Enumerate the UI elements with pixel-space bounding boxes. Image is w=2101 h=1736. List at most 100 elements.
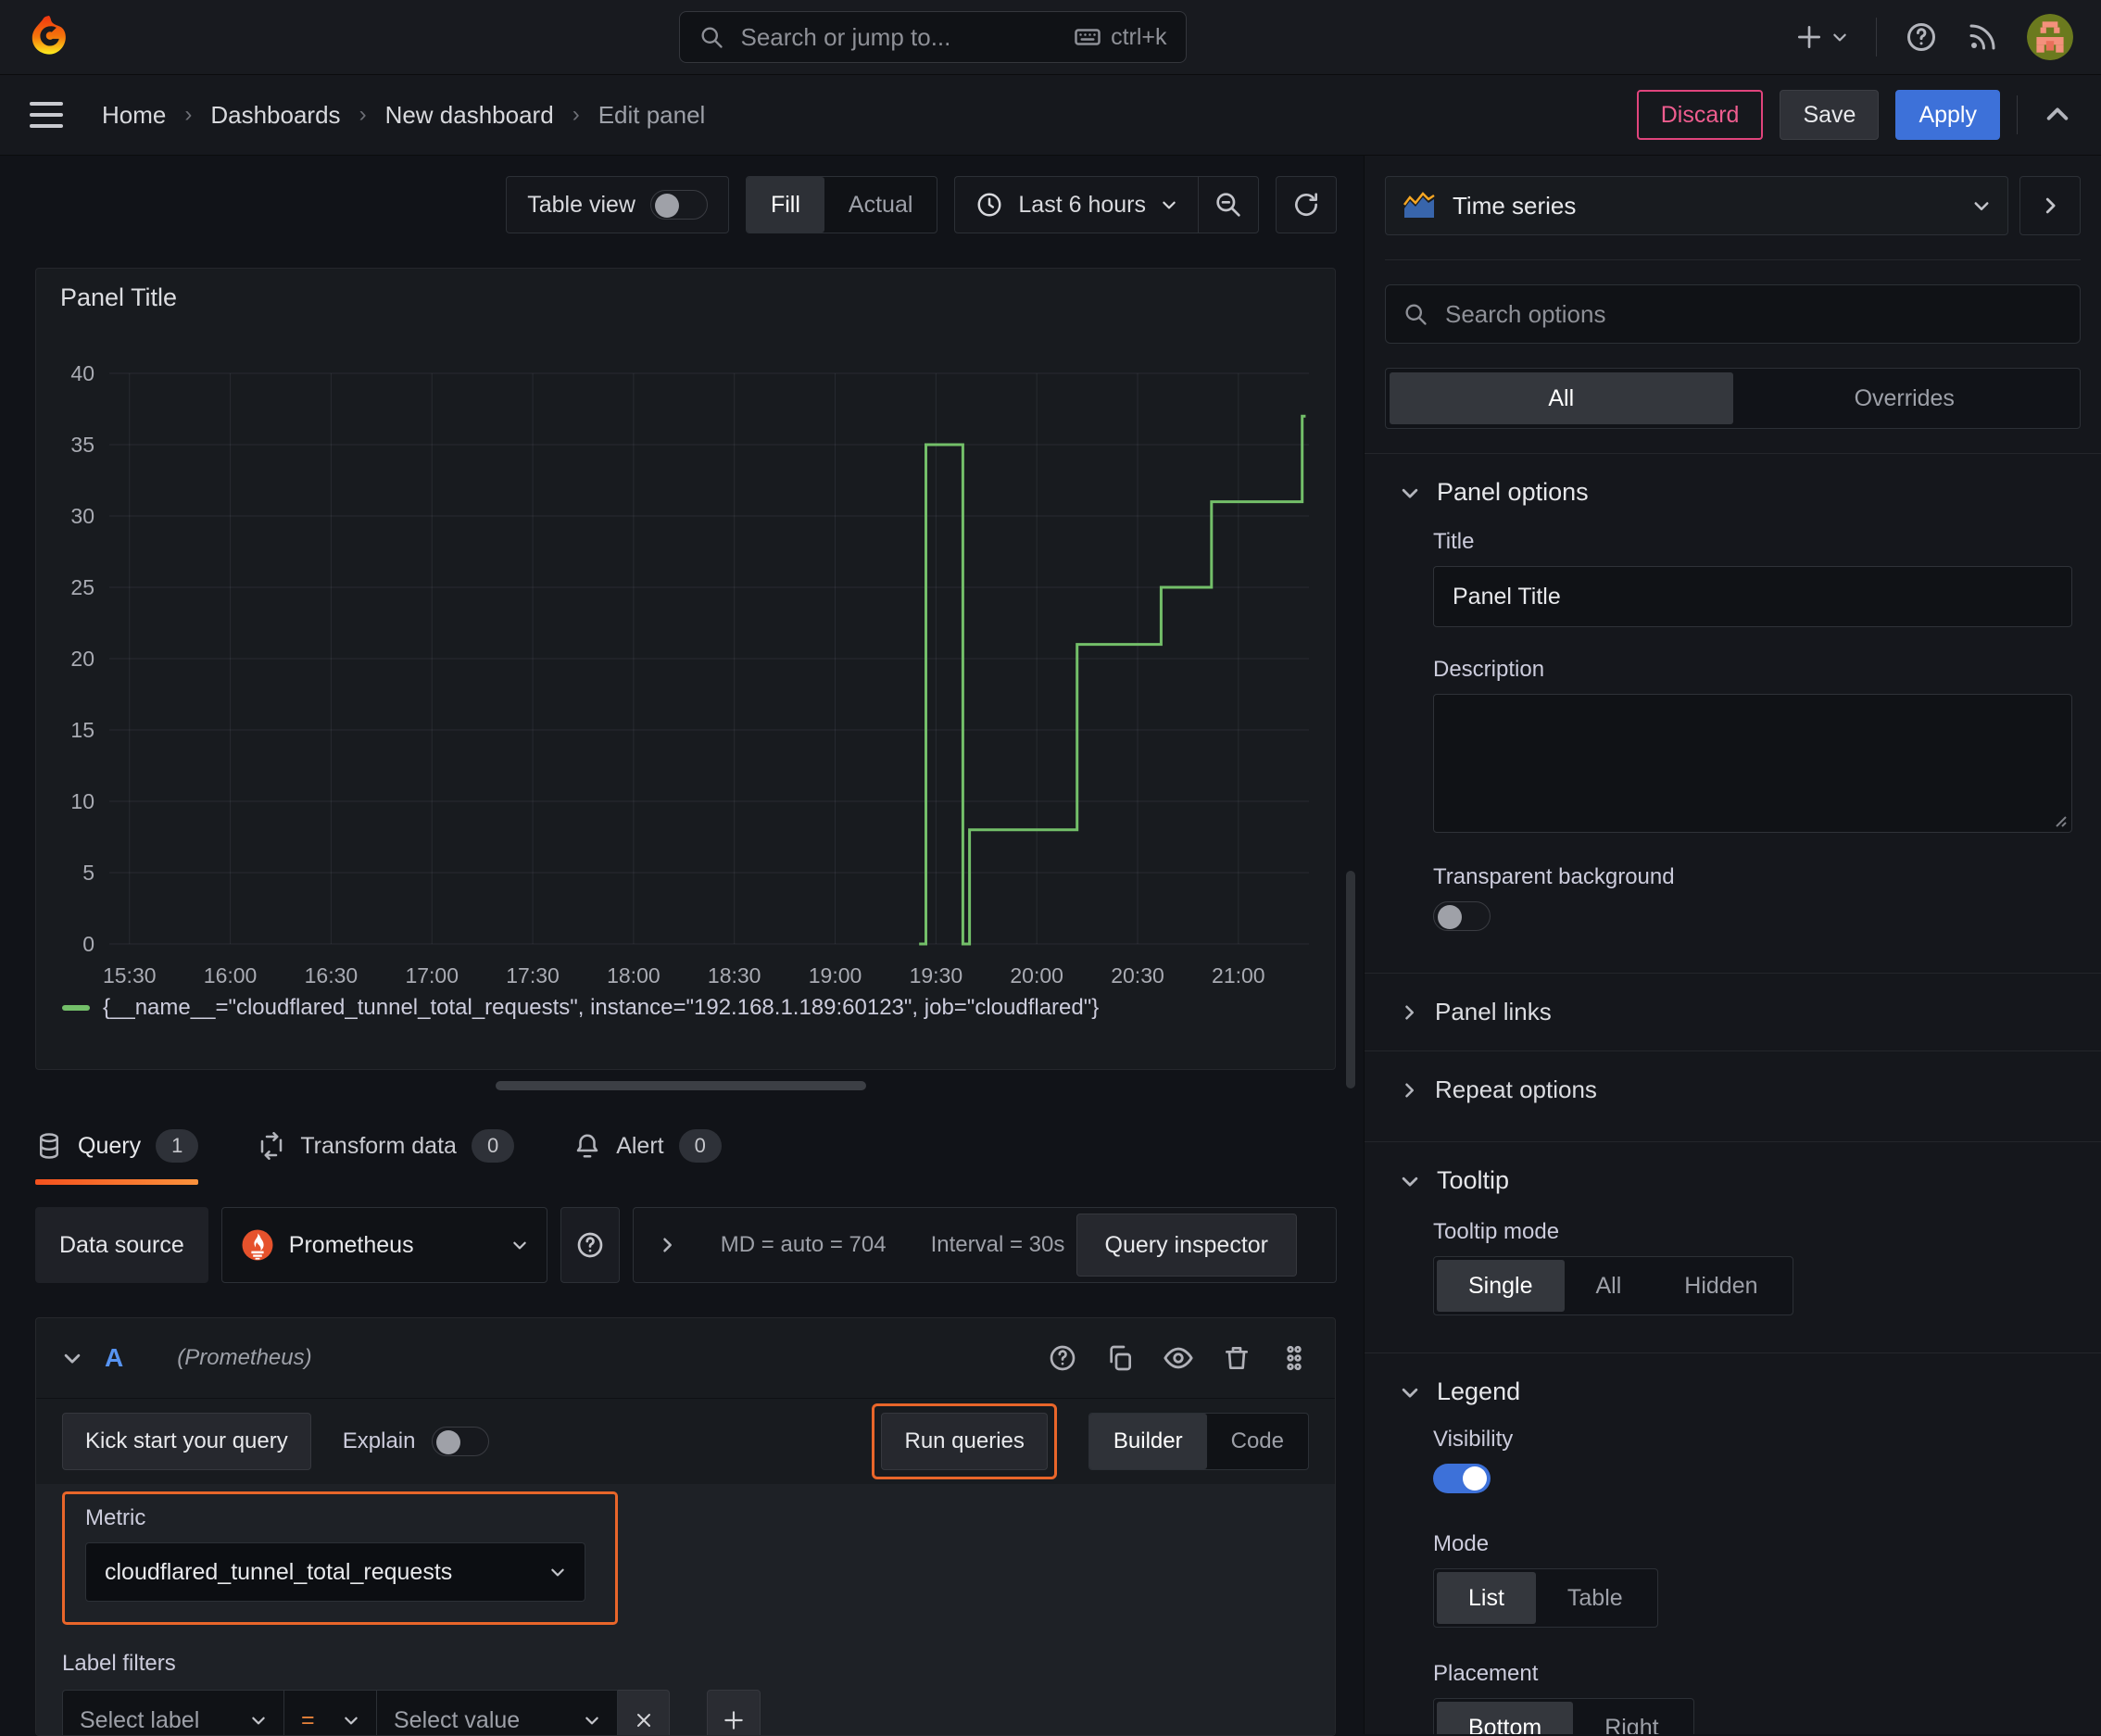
- close-icon: [636, 1714, 650, 1727]
- select-label-dropdown[interactable]: Select label: [62, 1690, 284, 1735]
- toggle-viz-picker-button[interactable]: [2019, 176, 2081, 235]
- tooltip-mode-hidden[interactable]: Hidden: [1653, 1260, 1789, 1312]
- save-button[interactable]: Save: [1780, 90, 1880, 140]
- query-row-header[interactable]: A (Prometheus): [36, 1318, 1335, 1399]
- legend-header[interactable]: Legend: [1365, 1353, 2101, 1423]
- query-inspector-button[interactable]: Query inspector: [1076, 1214, 1297, 1277]
- panel-resize-handle[interactable]: [496, 1081, 866, 1090]
- description-textarea[interactable]: [1433, 694, 2072, 833]
- query-help-icon[interactable]: [1048, 1343, 1077, 1373]
- refresh-button[interactable]: [1277, 177, 1336, 233]
- datasource-name: Prometheus: [288, 1231, 414, 1258]
- panel-options-heading: Panel options: [1437, 478, 1589, 506]
- builder-option[interactable]: Builder: [1088, 1414, 1207, 1469]
- breadcrumb-separator: ›: [572, 102, 580, 127]
- svg-text:25: 25: [70, 575, 94, 599]
- legend-mode-group: List Table: [1433, 1568, 1658, 1628]
- collapse-options-button[interactable]: [2044, 101, 2071, 129]
- metric-value: cloudflared_tunnel_total_requests: [105, 1558, 453, 1585]
- add-filter-button[interactable]: [707, 1690, 761, 1735]
- table-view-toggle[interactable]: [649, 190, 708, 220]
- legend-mode-table[interactable]: Table: [1536, 1572, 1654, 1624]
- time-series-viz-icon: [1403, 192, 1435, 218]
- tooltip-mode-all[interactable]: All: [1565, 1260, 1654, 1312]
- menu-toggle-button[interactable]: [30, 102, 63, 128]
- code-option[interactable]: Code: [1207, 1414, 1308, 1469]
- panel-options-header[interactable]: Panel options: [1365, 454, 2101, 523]
- global-search[interactable]: ctrl+k: [678, 11, 1187, 63]
- tooltip-header[interactable]: Tooltip: [1365, 1142, 2101, 1212]
- kick-start-button[interactable]: Kick start your query: [62, 1413, 311, 1470]
- options-search[interactable]: [1385, 284, 2081, 344]
- legend-series-swatch[interactable]: [62, 1005, 90, 1011]
- apply-button[interactable]: Apply: [1895, 90, 2000, 140]
- builder-code-switch: Builder Code: [1088, 1413, 1309, 1470]
- chevron-right-icon: [663, 1238, 672, 1252]
- query-editor-card: A (Prometheus) Kick start your query Exp…: [35, 1317, 1336, 1736]
- legend-placement-right[interactable]: Right: [1573, 1702, 1690, 1735]
- query-builder-body: Metric cloudflared_tunnel_total_requests…: [36, 1484, 1335, 1735]
- time-range-picker[interactable]: Last 6 hours: [955, 177, 1198, 233]
- repeat-options-section[interactable]: Repeat options: [1365, 1050, 2101, 1128]
- panel-title-input[interactable]: [1433, 566, 2072, 627]
- tab-all[interactable]: All: [1390, 372, 1733, 424]
- fill-option[interactable]: Fill: [746, 177, 824, 233]
- time-range-control: Last 6 hours: [954, 176, 1259, 233]
- resize-grip-icon[interactable]: [2051, 811, 2068, 828]
- svg-text:5: 5: [82, 861, 94, 885]
- transform-icon: [261, 1132, 283, 1160]
- query-options-bar[interactable]: MD = auto = 704 Interval = 30s Query ins…: [632, 1207, 1337, 1283]
- run-queries-button[interactable]: Run queries: [881, 1413, 1048, 1470]
- options-search-input[interactable]: [1443, 298, 2063, 330]
- tab-transform-data[interactable]: Transform data 0: [258, 1107, 515, 1185]
- remove-filter-button[interactable]: [618, 1690, 670, 1735]
- operator-dropdown[interactable]: =: [284, 1690, 377, 1735]
- options-filter-tabs: All Overrides: [1385, 368, 2081, 429]
- add-menu-button[interactable]: [1794, 22, 1848, 52]
- explain-toggle[interactable]: [432, 1427, 490, 1456]
- metric-select[interactable]: cloudflared_tunnel_total_requests: [85, 1542, 585, 1602]
- transparent-background-toggle[interactable]: [1433, 901, 1491, 931]
- max-datapoints-stat: MD = auto = 704: [720, 1232, 887, 1257]
- breadcrumb-dashboards[interactable]: Dashboards: [210, 101, 340, 130]
- svg-text:16:30: 16:30: [305, 963, 359, 988]
- database-icon: [40, 1133, 58, 1159]
- zoom-out-button[interactable]: [1199, 177, 1258, 233]
- delete-query-icon[interactable]: [1222, 1343, 1252, 1373]
- panel-links-section[interactable]: Panel links: [1365, 973, 2101, 1050]
- chevron-right-icon: [2045, 197, 2056, 214]
- legend-placement-bottom[interactable]: Bottom: [1437, 1702, 1574, 1734]
- breadcrumb-home[interactable]: Home: [102, 101, 166, 130]
- discard-button[interactable]: Discard: [1636, 90, 1764, 140]
- tooltip-mode-single[interactable]: Single: [1437, 1260, 1565, 1312]
- tab-alert-count: 0: [678, 1129, 722, 1163]
- drag-handle-icon[interactable]: [1279, 1343, 1309, 1373]
- hide-query-icon[interactable]: [1163, 1342, 1194, 1374]
- search-icon: [698, 24, 724, 50]
- time-series-chart[interactable]: 0 5 10 15 20 25 30 35 40 15:30 16:00 16:30 17:00 17:3…: [36, 269, 1337, 1071]
- breadcrumb-new-dashboard[interactable]: New dashboard: [385, 101, 554, 130]
- options-sidebar: Time series All Overrides Panel options …: [1364, 156, 2101, 1734]
- news-button[interactable]: [1966, 20, 1999, 54]
- select-value-dropdown[interactable]: Select value: [377, 1690, 618, 1735]
- chevron-down-icon: [345, 1717, 358, 1725]
- duplicate-query-icon[interactable]: [1105, 1343, 1135, 1373]
- tab-alert[interactable]: Alert 0: [573, 1107, 722, 1185]
- panel-links-label: Panel links: [1435, 998, 1552, 1025]
- global-search-input[interactable]: [738, 21, 1060, 53]
- vertical-scrollbar[interactable]: [1346, 871, 1355, 1088]
- query-row-datasource: (Prometheus): [177, 1345, 312, 1370]
- legend-visibility-toggle[interactable]: [1433, 1464, 1491, 1493]
- help-button[interactable]: [1905, 20, 1938, 54]
- tab-query[interactable]: Query 1: [35, 1107, 199, 1185]
- legend-mode-list[interactable]: List: [1437, 1572, 1536, 1624]
- legend-series-label[interactable]: {__name__="cloudflared_tunnel_total_requ…: [103, 995, 1099, 1021]
- user-avatar[interactable]: [2027, 14, 2073, 60]
- datasource-picker[interactable]: Prometheus: [220, 1207, 547, 1283]
- chevron-down-icon: [551, 1568, 564, 1577]
- datasource-help-button[interactable]: [560, 1207, 620, 1283]
- actual-option[interactable]: Actual: [824, 177, 937, 233]
- visualization-picker[interactable]: Time series: [1385, 176, 2008, 235]
- grafana-logo-icon[interactable]: [28, 14, 70, 61]
- tab-overrides[interactable]: Overrides: [1733, 372, 2077, 424]
